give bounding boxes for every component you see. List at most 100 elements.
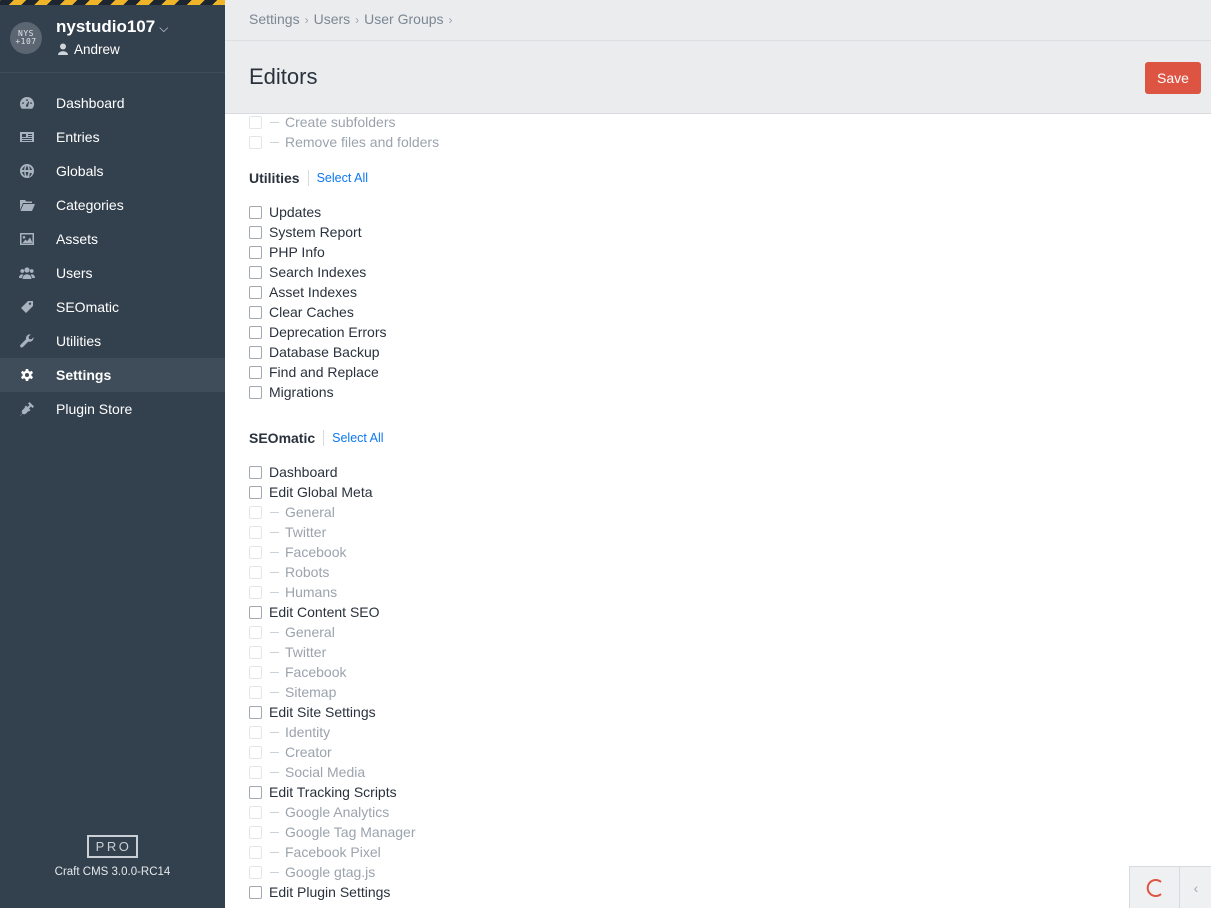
craft-debug-button[interactable] bbox=[1130, 867, 1180, 908]
nav-item-utilities[interactable]: Utilities bbox=[0, 324, 225, 358]
permission-checkbox[interactable] bbox=[249, 265, 262, 279]
permission-label: Edit Site Settings bbox=[269, 704, 376, 720]
permission-checkbox bbox=[249, 625, 262, 639]
permission-checkbox bbox=[249, 745, 262, 759]
permission-checkbox bbox=[249, 585, 262, 599]
permission-dashboard[interactable]: Dashboard bbox=[249, 462, 338, 482]
permission-checkbox[interactable] bbox=[249, 465, 262, 479]
select-all-link[interactable]: Select All bbox=[317, 171, 368, 185]
nav-item-assets[interactable]: Assets bbox=[0, 222, 225, 256]
permission-checkbox[interactable] bbox=[249, 245, 262, 259]
permission-clear-caches[interactable]: Clear Caches bbox=[249, 302, 354, 322]
permission-database-backup[interactable]: Database Backup bbox=[249, 342, 380, 362]
nested-indicator bbox=[270, 591, 279, 593]
permission-checkbox bbox=[249, 545, 262, 559]
permission-edit-plugin-settings[interactable]: Edit Plugin Settings bbox=[249, 882, 390, 902]
chevron-right-icon: › bbox=[304, 13, 309, 27]
nested-indicator bbox=[270, 771, 279, 773]
permission-checkbox[interactable] bbox=[249, 605, 262, 619]
permission-checkbox bbox=[249, 765, 262, 779]
permission-checkbox[interactable] bbox=[249, 385, 262, 399]
seomatic-icon bbox=[18, 299, 35, 316]
permission-label: Create subfolders bbox=[285, 114, 396, 130]
chevron-left-icon[interactable]: ‹ bbox=[1180, 867, 1211, 908]
site-name[interactable]: nystudio107 ⌵ bbox=[56, 17, 168, 37]
permission-checkbox[interactable] bbox=[249, 785, 262, 799]
permission-label: Social Media bbox=[285, 764, 366, 780]
header-divider bbox=[225, 40, 1211, 41]
site-switcher[interactable]: NYS +107 nystudio107 ⌵ Andrew bbox=[0, 5, 225, 73]
nav-item-entries[interactable]: Entries bbox=[0, 120, 225, 154]
breadcrumb-link[interactable]: User Groups bbox=[364, 11, 443, 27]
dashboard-icon bbox=[18, 95, 35, 112]
user-menu[interactable]: Andrew bbox=[58, 42, 120, 57]
permission-label: General bbox=[285, 624, 335, 640]
nested-indicator bbox=[270, 551, 279, 553]
nav-label: Settings bbox=[56, 367, 112, 383]
section-heading: SEOmatic bbox=[249, 430, 316, 446]
permission-label: Edit Plugin Settings bbox=[269, 884, 391, 900]
nav-item-dashboard[interactable]: Dashboard bbox=[0, 86, 225, 120]
permission-label: Google Tag Manager bbox=[285, 824, 416, 840]
permission-checkbox[interactable] bbox=[249, 325, 262, 339]
permission-updates[interactable]: Updates bbox=[249, 202, 321, 222]
permission-edit-site-settings[interactable]: Edit Site Settings bbox=[249, 702, 376, 722]
edition-badge: PRO bbox=[87, 835, 138, 858]
permission-edit-tracking-scripts[interactable]: Edit Tracking Scripts bbox=[249, 782, 397, 802]
breadcrumb-link[interactable]: Settings bbox=[249, 11, 300, 27]
permission-checkbox[interactable] bbox=[249, 305, 262, 319]
permission-label: Search Indexes bbox=[269, 264, 367, 280]
nav-item-users[interactable]: Users bbox=[0, 256, 225, 290]
nav-item-plugin-store[interactable]: Plugin Store bbox=[0, 392, 225, 426]
permission-label: Updates bbox=[269, 204, 322, 220]
breadcrumb-link[interactable]: Users bbox=[314, 11, 351, 27]
permission-asset-indexes[interactable]: Asset Indexes bbox=[249, 282, 357, 302]
permission-edit-content-seo[interactable]: Edit Content SEO bbox=[249, 602, 380, 622]
permission-checkbox[interactable] bbox=[249, 705, 262, 719]
page-header: Settings › Users › User Groups › Editors Save bbox=[225, 0, 1211, 114]
nav-item-seomatic[interactable]: SEOmatic bbox=[0, 290, 225, 324]
nav-item-globals[interactable]: Globals bbox=[0, 154, 225, 188]
version-label: Craft CMS 3.0.0-RC14 bbox=[54, 866, 171, 878]
select-all-link[interactable]: Select All bbox=[332, 431, 383, 445]
nested-indicator bbox=[270, 671, 279, 673]
chevron-right-icon: › bbox=[448, 13, 453, 27]
nav-label: Dashboard bbox=[56, 95, 125, 111]
permission-label: System Report bbox=[269, 224, 362, 240]
permission-checkbox[interactable] bbox=[249, 285, 262, 299]
permission-deprecation-errors[interactable]: Deprecation Errors bbox=[249, 322, 387, 342]
nav-label: Plugin Store bbox=[56, 401, 133, 417]
permission-checkbox[interactable] bbox=[249, 345, 262, 359]
permission-social-media: Social Media bbox=[249, 762, 365, 782]
chevron-down-icon[interactable]: ⌵ bbox=[159, 21, 168, 35]
permission-find-and-replace[interactable]: Find and Replace bbox=[249, 362, 379, 382]
gear-icon bbox=[18, 367, 35, 384]
permission-label: Google gtag.js bbox=[285, 864, 376, 880]
permission-php-info[interactable]: PHP Info bbox=[249, 242, 325, 262]
folder-open-icon bbox=[18, 197, 35, 214]
permission-checkbox[interactable] bbox=[249, 205, 262, 219]
nav-item-categories[interactable]: Categories bbox=[0, 188, 225, 222]
section-header-seomatic: SEOmatic Select All bbox=[249, 427, 384, 449]
permission-label: Facebook bbox=[285, 544, 347, 560]
nav-label: Utilities bbox=[56, 333, 102, 349]
users-icon bbox=[18, 265, 35, 282]
permission-checkbox[interactable] bbox=[249, 885, 262, 899]
permission-system-report[interactable]: System Report bbox=[249, 222, 362, 242]
nested-indicator bbox=[270, 691, 279, 693]
section-heading: Utilities bbox=[249, 170, 300, 186]
nav-item-settings[interactable]: Settings bbox=[0, 358, 225, 392]
permission-sitemap: Sitemap bbox=[249, 682, 336, 702]
permission-checkbox[interactable] bbox=[249, 485, 262, 499]
page-title: Editors bbox=[249, 64, 318, 89]
permission-checkbox[interactable] bbox=[249, 365, 262, 379]
permission-checkbox bbox=[249, 865, 262, 879]
save-button[interactable]: Save bbox=[1145, 62, 1201, 94]
permission-facebook: Facebook bbox=[249, 662, 346, 682]
permission-label: Twitter bbox=[285, 524, 327, 540]
permission-checkbox[interactable] bbox=[249, 225, 262, 239]
permission-edit-global-meta[interactable]: Edit Global Meta bbox=[249, 482, 373, 502]
permission-search-indexes[interactable]: Search Indexes bbox=[249, 262, 366, 282]
nested-indicator bbox=[270, 811, 279, 813]
permission-migrations[interactable]: Migrations bbox=[249, 382, 334, 402]
